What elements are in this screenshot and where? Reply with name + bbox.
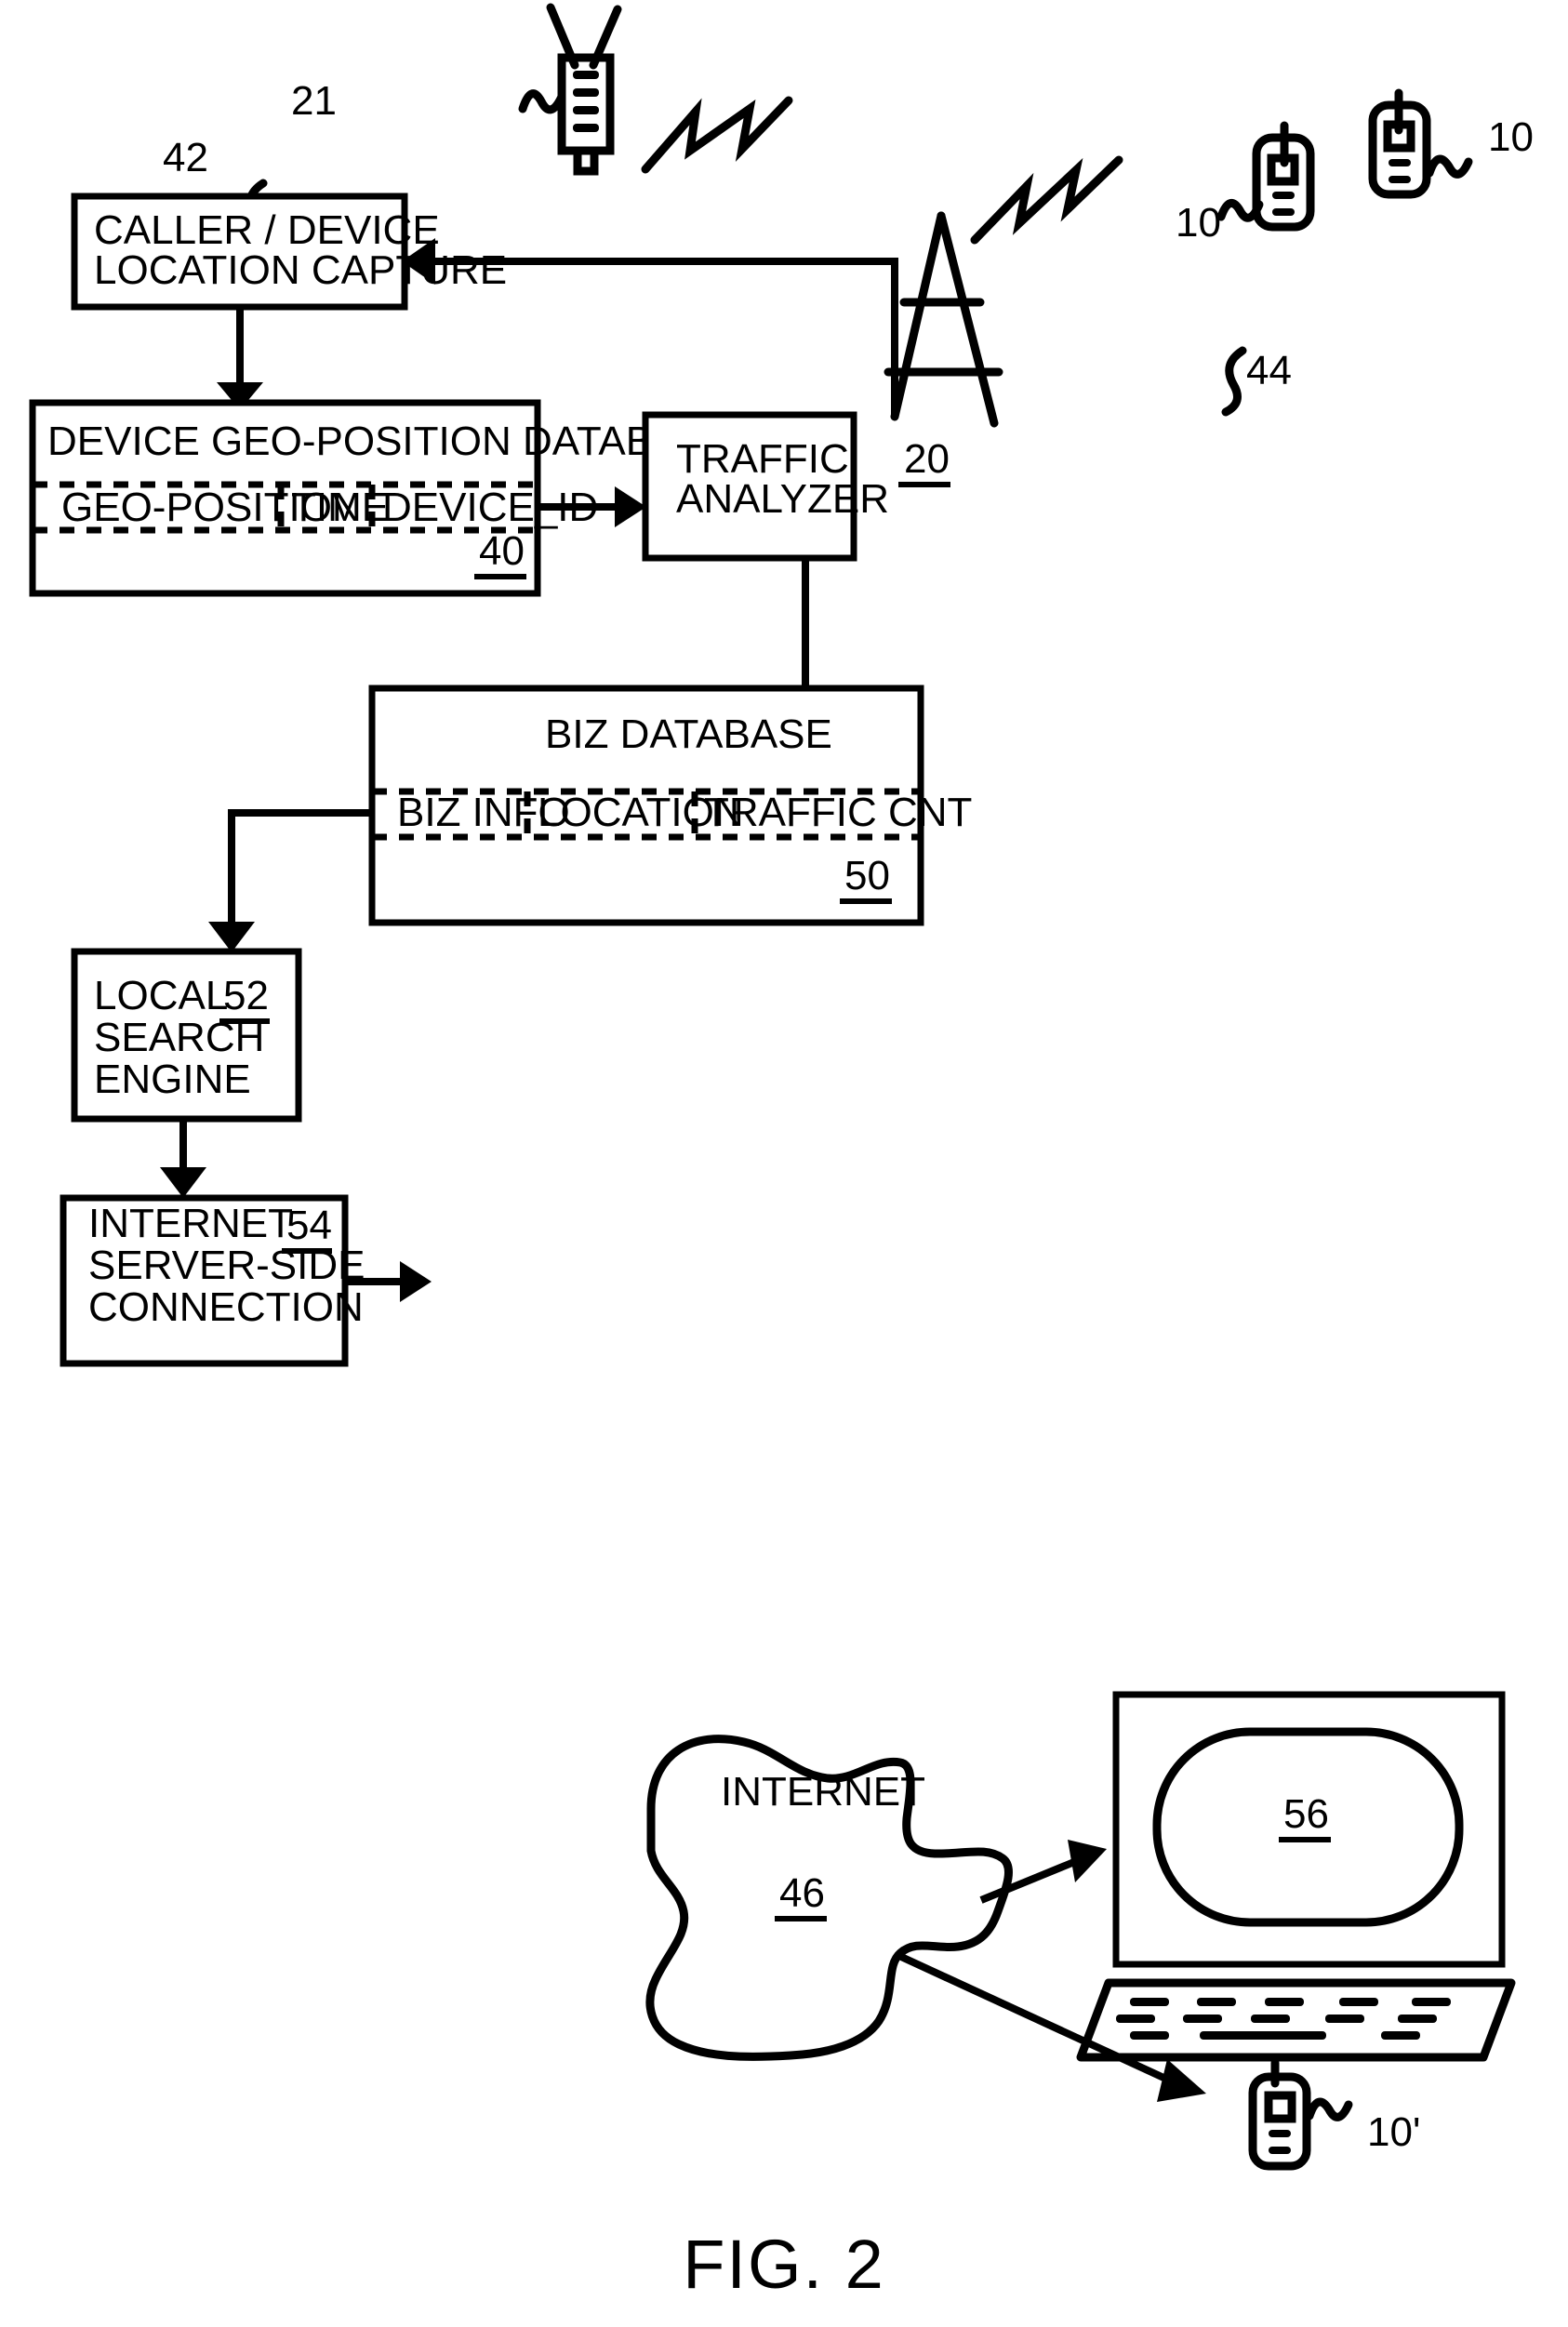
- cell-tower-icon: [884, 211, 1003, 428]
- ref-20: 20: [904, 436, 950, 482]
- local-search-line1: LOCAL: [94, 973, 228, 1018]
- local-search-line3: ENGINE: [94, 1057, 251, 1102]
- geo-db-title: DEVICE GEO-POSITION DATABASE: [47, 419, 735, 464]
- caller-capture-line2: LOCATION CAPTURE: [94, 247, 507, 293]
- figure-caption: FIG. 2: [683, 2226, 885, 2303]
- connector-localsearch-to-serverside: [160, 1119, 206, 1198]
- ref-10-left: 10: [1176, 200, 1221, 246]
- arrowhead-down: [208, 922, 255, 952]
- mobile-phone-icon-right: [1368, 88, 1473, 199]
- mobile-phone-icon-client: [1248, 2058, 1353, 2171]
- ref-10-prime: 10': [1367, 2109, 1420, 2155]
- ref-10-right: 10: [1488, 114, 1534, 160]
- arrowhead-downright: [1157, 2059, 1206, 2102]
- patent-figure-2: 21 20 10 10 42 CALLER / DEVICE LOCATION …: [0, 0, 1568, 2327]
- figure-canvas: 21 20 10 10 42 CALLER / DEVICE LOCATION …: [29, 3, 1534, 2303]
- arrowhead-upright: [1068, 1840, 1107, 1882]
- laptop-keys: [1116, 1998, 1451, 2040]
- traffic-analyzer-line1: TRAFFIC: [676, 436, 849, 482]
- traffic-analyzer-line2: ANALYZER: [676, 476, 889, 522]
- geo-db-col-time: TIME: [291, 485, 389, 530]
- connector-capture-to-geodb: [217, 307, 263, 410]
- rf-signal-icon-20: [970, 155, 1123, 245]
- server-side-line1: INTERNET: [88, 1201, 293, 1246]
- internet-cloud-label: INTERNET: [721, 1769, 925, 1815]
- connector-bizdb-to-localsearch: [208, 809, 372, 952]
- ref-21: 21: [291, 78, 337, 124]
- ref-56: 56: [1283, 1791, 1329, 1837]
- ref-44: 44: [1246, 348, 1292, 393]
- rf-signal-icon-21: [641, 96, 793, 174]
- laptop-icon: 56: [1076, 1691, 1516, 2062]
- mobile-phone-icon-left: [1216, 121, 1315, 232]
- server-side-line3: CONNECTION: [88, 1284, 364, 1330]
- ref-40: 40: [479, 528, 525, 574]
- caller-capture-line1: CALLER / DEVICE: [94, 207, 440, 253]
- biz-db-col-traffic-cnt: TRAFFIC CNT: [704, 790, 972, 835]
- arrowhead-right: [400, 1261, 432, 1302]
- ref-46: 46: [779, 1870, 825, 1916]
- arrowhead-down: [160, 1167, 206, 1198]
- ref-50: 50: [844, 853, 890, 898]
- ref-52: 52: [223, 973, 269, 1018]
- biz-db-title: BIZ DATABASE: [545, 711, 832, 757]
- connector-internet-to-laptop: [979, 1840, 1107, 1904]
- ref-42: 42: [163, 135, 208, 180]
- connector-tower-to-capture: [402, 238, 898, 417]
- internet-cloud-icon: INTERNET 46: [645, 1735, 1013, 2061]
- connector-internet-to-mobile: [897, 1952, 1206, 2102]
- leader-44: [1221, 346, 1247, 417]
- arrowhead-right: [615, 486, 646, 527]
- ref-54: 54: [286, 1203, 332, 1248]
- base-station-antenna-icon: [518, 3, 622, 176]
